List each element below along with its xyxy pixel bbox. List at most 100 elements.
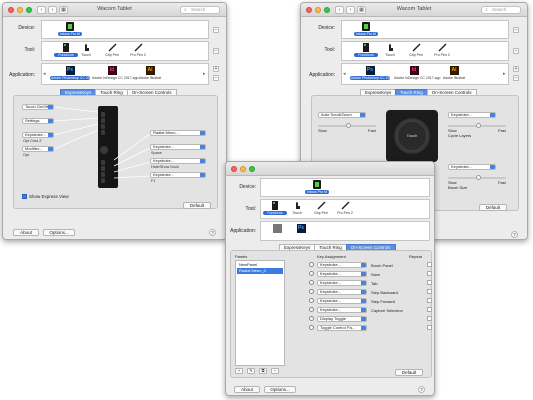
- speed-slider[interactable]: [448, 175, 506, 180]
- scroll-right-icon[interactable]: ▸: [503, 69, 508, 79]
- assignment-dropdown[interactable]: Keystroke...: [317, 289, 367, 295]
- search-input[interactable]: ⌕ Search: [481, 6, 521, 14]
- app-item-indesign[interactable]: Id Adobe InDesign CC 2017.app: [92, 66, 139, 82]
- tool-item-pro-pen-2[interactable]: Pro Pen 2: [430, 43, 454, 59]
- panel-list-item[interactable]: Radial Menu_0: [237, 268, 283, 274]
- tool-item-touch[interactable]: Touch: [285, 201, 309, 217]
- speed-slider[interactable]: [318, 123, 376, 128]
- repeat-checkbox[interactable]: [427, 325, 432, 330]
- tool-item-pro-pen-2[interactable]: Pro Pen 2: [126, 43, 150, 59]
- repeat-checkbox[interactable]: [427, 316, 432, 321]
- help-button[interactable]: ?: [511, 231, 518, 238]
- panels-list[interactable]: NewPanel Radial Menu_0: [235, 260, 285, 366]
- default-button[interactable]: Default: [479, 204, 507, 211]
- help-button[interactable]: ?: [418, 386, 425, 393]
- device-item[interactable]: Intuos Pro M: [305, 180, 329, 196]
- close-button[interactable]: [231, 166, 237, 172]
- repeat-checkbox[interactable]: [427, 271, 432, 276]
- assignment-dropdown[interactable]: Toggle Control Pa...: [317, 325, 367, 331]
- default-button[interactable]: Default: [395, 369, 423, 376]
- tool-item-functions[interactable]: Functions: [354, 43, 378, 59]
- app-item-photoshop[interactable]: Ps: [289, 224, 313, 240]
- zoom-button[interactable]: [249, 166, 255, 172]
- assignment-radio[interactable]: [309, 289, 314, 294]
- assignment-dropdown[interactable]: Keystroke...: [317, 280, 367, 286]
- assignment-radio[interactable]: [309, 262, 314, 267]
- search-input[interactable]: ⌕ Search: [180, 6, 220, 14]
- tool-remove-button[interactable]: −: [213, 48, 219, 54]
- repeat-checkbox[interactable]: [427, 307, 432, 312]
- edit-panel-button[interactable]: ✎: [247, 368, 255, 374]
- slider-knob[interactable]: [476, 123, 481, 128]
- assignment-dropdown[interactable]: Keystroke...: [317, 298, 367, 304]
- slider-knob[interactable]: [346, 123, 351, 128]
- add-panel-button[interactable]: +: [235, 368, 243, 374]
- repeat-checkbox[interactable]: [427, 280, 432, 285]
- device-remove-button[interactable]: −: [513, 27, 519, 33]
- about-button[interactable]: About: [234, 386, 260, 393]
- app-item-all[interactable]: [265, 224, 289, 240]
- scroll-left-icon[interactable]: ◂: [343, 69, 348, 79]
- device-item[interactable]: Intuos Pro M: [354, 22, 378, 38]
- assignment-radio[interactable]: [309, 325, 314, 330]
- options-button[interactable]: Options...: [43, 229, 75, 236]
- tool-remove-button[interactable]: −: [513, 48, 519, 54]
- default-button[interactable]: Default: [183, 202, 211, 209]
- expresskey-dropdown[interactable]: Touch On/Off: [22, 104, 54, 110]
- tool-item-grip-pen[interactable]: Grip Pen: [309, 201, 333, 217]
- tool-item-functions[interactable]: Functions: [263, 201, 287, 217]
- tool-item-grip-pen[interactable]: Grip Pen: [404, 43, 428, 59]
- device-item[interactable]: Intuos Pro M: [58, 22, 82, 38]
- assignment-dropdown[interactable]: Keystroke...: [317, 262, 367, 268]
- assignment-dropdown[interactable]: Keystroke...: [317, 307, 367, 313]
- tool-item-pro-pen-2[interactable]: Pro Pen 2: [333, 201, 357, 217]
- speed-slider[interactable]: [448, 123, 506, 128]
- show-express-view-checkbox[interactable]: Show Express View: [22, 194, 69, 200]
- repeat-checkbox[interactable]: [427, 289, 432, 294]
- app-item-label: Adobe Photoshop CC 2017.app: [50, 76, 101, 80]
- assignment-radio[interactable]: [309, 316, 314, 321]
- assignment-radio[interactable]: [309, 280, 314, 285]
- ring-mode-dropdown[interactable]: Auto Scroll/Zoom: [318, 112, 366, 118]
- expresskey-dropdown[interactable]: Keystroke...: [22, 132, 54, 138]
- about-button[interactable]: About: [13, 229, 39, 236]
- remove-panel-button[interactable]: −: [271, 368, 279, 374]
- expresskey-dropdown[interactable]: Keystroke...: [150, 172, 206, 178]
- app-remove-button[interactable]: −: [513, 75, 519, 81]
- ring-function-dropdown[interactable]: Keystroke...: [448, 112, 496, 118]
- tool-item-label: Touch: [385, 53, 395, 57]
- device-remove-button[interactable]: −: [213, 27, 219, 33]
- scroll-right-icon[interactable]: ▸: [203, 69, 208, 79]
- expresskey-dropdown[interactable]: Keystroke...: [150, 144, 206, 150]
- ring-function-dropdown[interactable]: Keystroke...: [448, 164, 496, 170]
- expresskey-dropdown[interactable]: Modifier...: [22, 146, 54, 152]
- assignment-radio[interactable]: [309, 298, 314, 303]
- app-add-button[interactable]: +: [213, 66, 219, 72]
- minimize-button[interactable]: [240, 166, 246, 172]
- tool-item-grip-pen[interactable]: Grip Pen: [100, 43, 124, 59]
- scroll-left-icon[interactable]: ◂: [43, 69, 48, 79]
- expresskey-dropdown[interactable]: Settings: [22, 118, 54, 124]
- assignment-name: Step Forward: [371, 299, 396, 304]
- assignment-dropdown[interactable]: Display Toggle: [317, 316, 367, 322]
- help-button[interactable]: ?: [209, 229, 216, 236]
- app-item-photoshop[interactable]: Ps Adobe Photoshop CC 2017.app: [350, 66, 400, 82]
- tool-item-touch[interactable]: Touch: [378, 43, 402, 59]
- expresskey-dropdown[interactable]: Keystroke...: [150, 158, 206, 164]
- app-remove-button[interactable]: −: [213, 75, 219, 81]
- duplicate-panel-button[interactable]: ⧉: [259, 368, 267, 374]
- app-item-illustrator[interactable]: Ai Adobe Illustrat: [136, 66, 164, 82]
- app-item-illustrator[interactable]: Ai Adobe Illustrat: [440, 66, 468, 82]
- tool-item-touch[interactable]: Touch: [74, 43, 98, 59]
- slider-knob[interactable]: [476, 175, 481, 180]
- app-item-photoshop[interactable]: Ps Adobe Photoshop CC 2017.app: [50, 66, 101, 82]
- expresskey-dropdown[interactable]: Radial Menu...: [150, 130, 206, 136]
- app-add-button[interactable]: +: [513, 66, 519, 72]
- options-button[interactable]: Options...: [264, 386, 296, 393]
- assignment-radio[interactable]: [309, 271, 314, 276]
- assignment-radio[interactable]: [309, 307, 314, 312]
- assignment-dropdown[interactable]: Keystroke...: [317, 271, 367, 277]
- app-item-indesign[interactable]: Id Adobe InDesign CC 2017.app: [394, 66, 441, 82]
- repeat-checkbox[interactable]: [427, 298, 432, 303]
- repeat-checkbox[interactable]: [427, 262, 432, 267]
